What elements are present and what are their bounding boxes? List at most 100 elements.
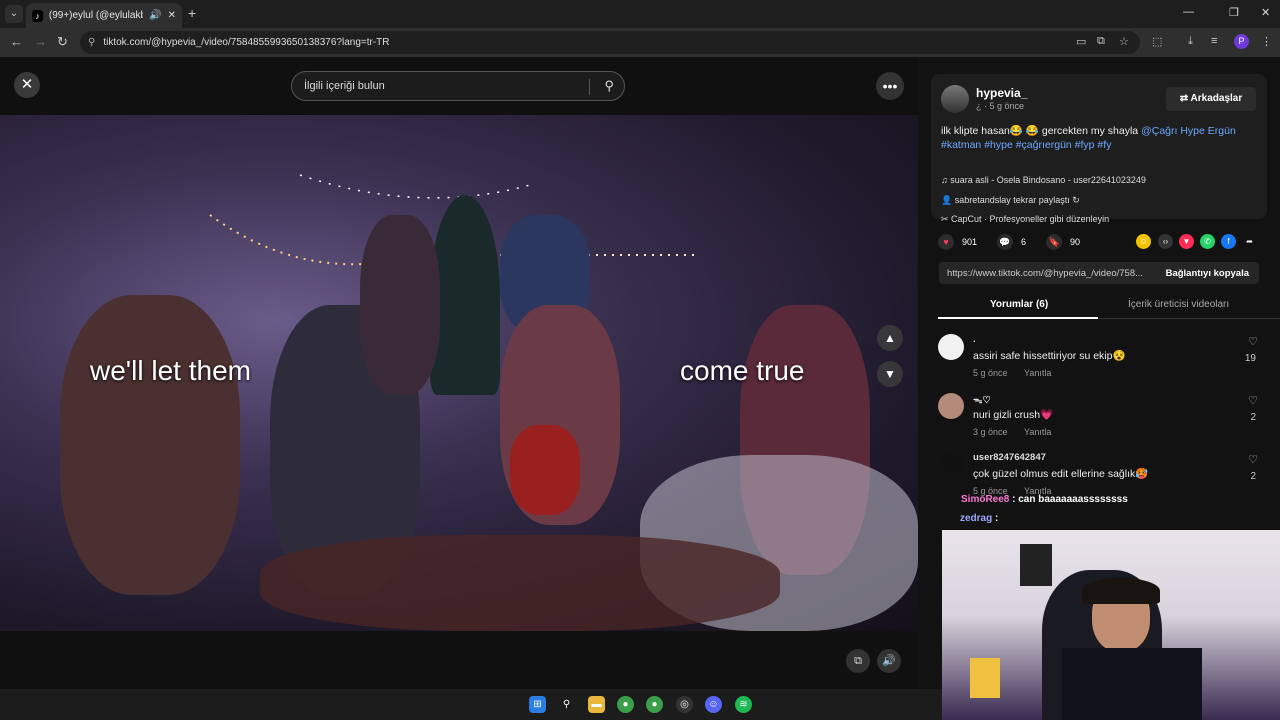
- desk-figure: [970, 658, 1000, 698]
- cast-icon[interactable]: ▭: [1076, 35, 1086, 48]
- bookmark-icon[interactable]: 🔖: [1046, 234, 1063, 250]
- reply-button[interactable]: Yanıtla: [1024, 427, 1051, 437]
- chat-text: :: [995, 513, 999, 524]
- comment-text: çok güzel olmus edit ellerine sağlık🥵: [973, 468, 1149, 480]
- file-explorer-icon[interactable]: ▬: [588, 696, 605, 713]
- save-count: 90: [1070, 237, 1081, 247]
- tab-search-button[interactable]: ⌄: [5, 5, 23, 23]
- wall-poster: [1020, 544, 1052, 586]
- pip-icon[interactable]: ⧉: [846, 649, 870, 673]
- author-avatar[interactable]: [941, 85, 969, 113]
- next-video-button[interactable]: ▼: [877, 361, 903, 387]
- search-divider: [589, 79, 590, 95]
- related-search-box[interactable]: İlgili içeriği bulun ⚲: [291, 71, 625, 101]
- search-taskbar-icon[interactable]: ⚲: [558, 696, 575, 713]
- friends-button[interactable]: ⇄ Arkadaşlar: [1166, 87, 1256, 111]
- comment-like-icon[interactable]: ♡: [1248, 394, 1258, 407]
- bookmark-star-icon[interactable]: ☆: [1119, 35, 1129, 48]
- commenter-avatar[interactable]: [938, 393, 964, 419]
- new-tab-button[interactable]: +: [188, 5, 196, 21]
- reaction-share-icon[interactable]: ☺: [1136, 234, 1151, 249]
- reload-button[interactable]: ↻: [57, 34, 68, 50]
- music-info[interactable]: ♫ suara asli - Osela Bindosano - user226…: [941, 175, 1146, 185]
- video-caption-right: come true: [680, 355, 805, 386]
- post-info-card: hypevia_ ¿ · 5 g önce ⇄ Arkadaşlar ilk k…: [931, 74, 1267, 224]
- back-button[interactable]: ←: [10, 34, 23, 49]
- speaker-icon[interactable]: 🔊: [149, 10, 161, 21]
- commenter-name[interactable]: user8247642847: [973, 452, 1046, 463]
- extensions-icon[interactable]: ⬚: [1152, 35, 1162, 48]
- tab-creator-videos[interactable]: İçerik üreticisi videoları: [1128, 299, 1229, 310]
- person-left: [60, 295, 240, 595]
- url-text[interactable]: tiktok.com/@hypevia_/video/7584855993650…: [103, 37, 389, 48]
- tab-close-icon[interactable]: ✕: [168, 10, 176, 21]
- like-count: 901: [962, 237, 978, 247]
- comment-time: 5 g önce: [973, 368, 1008, 378]
- description-text: ilk klipte hasan😂 😂 gercekten my shayla: [941, 125, 1142, 137]
- browser-tab[interactable]: ♪ (99+)eylul (@eylulakbyik) | 🔊 ✕: [26, 3, 182, 28]
- site-info-icon[interactable]: ⚲: [88, 37, 95, 48]
- post-time: ¿ · 5 g önce: [976, 101, 1025, 111]
- facebook-share-icon[interactable]: f: [1221, 234, 1236, 249]
- comment-icon[interactable]: 💬: [997, 234, 1014, 250]
- download-icon[interactable]: ⤓: [1188, 35, 1193, 48]
- app-icon[interactable]: ◎: [676, 696, 693, 713]
- volume-icon[interactable]: 🔊: [877, 649, 901, 673]
- copy-link-button[interactable]: Bağlantıyı kopyala: [1166, 268, 1249, 279]
- mention-link[interactable]: @Çağrı Hype Ergün: [1141, 125, 1236, 137]
- comment-like-count: 2: [1250, 412, 1256, 423]
- hashtags[interactable]: #katman #hype #çağrıergün #fyp #fy: [941, 139, 1111, 151]
- search-input[interactable]: İlgili içeriği bulun: [304, 80, 385, 92]
- streamer-body: [1062, 648, 1202, 720]
- forward-button[interactable]: →: [34, 34, 47, 49]
- tree: [430, 195, 500, 395]
- engagement-bar: ♥ 901 💬 6 🔖 90: [938, 234, 1080, 250]
- comment-like-icon[interactable]: ♡: [1248, 453, 1258, 466]
- close-viewer-button[interactable]: ✕: [14, 72, 40, 98]
- translate-icon[interactable]: ⧉: [1097, 35, 1105, 48]
- capcut-text[interactable]: CapCut · Profesyoneller gibi düzenleyin: [951, 214, 1109, 224]
- reply-button[interactable]: Yanıtla: [1024, 368, 1051, 378]
- chat-text: : can baaaaaaassssssss: [1012, 494, 1128, 505]
- share-link-url[interactable]: https://www.tiktok.com/@hypevia_/video/7…: [947, 268, 1153, 279]
- comment-like-count: 2: [1250, 471, 1256, 482]
- commenter-name[interactable]: .: [973, 334, 976, 345]
- chat-message: zedrag :: [960, 513, 998, 524]
- previous-video-button[interactable]: ▲: [877, 325, 903, 351]
- repost-share-icon[interactable]: ▼: [1179, 234, 1194, 249]
- repost-text: sabretandslay tekrar paylaştı ↻: [954, 195, 1080, 205]
- video-player[interactable]: we'll let them come true ▲ ▼: [0, 115, 918, 631]
- more-options-button[interactable]: •••: [876, 72, 904, 100]
- spotify-icon[interactable]: ≋: [735, 696, 752, 713]
- profile-avatar[interactable]: P: [1234, 34, 1249, 49]
- capcut-promo[interactable]: ✂ CapCut · Profesyoneller gibi düzenleyi…: [941, 214, 1109, 225]
- start-icon[interactable]: ⊞: [529, 696, 546, 713]
- close-window-button[interactable]: ✕: [1261, 6, 1270, 19]
- like-icon[interactable]: ♥: [938, 234, 954, 250]
- whatsapp-share-icon[interactable]: ✆: [1200, 234, 1215, 249]
- tab-comments[interactable]: Yorumlar (6): [990, 299, 1048, 310]
- commenter-avatar[interactable]: [938, 452, 964, 478]
- comment-like-icon[interactable]: ♡: [1248, 335, 1258, 348]
- menu-icon[interactable]: ⋮: [1261, 35, 1272, 48]
- restore-button[interactable]: ❐: [1229, 6, 1239, 19]
- embed-share-icon[interactable]: ‹›: [1158, 234, 1173, 249]
- url-bar[interactable]: ⚲ tiktok.com/@hypevia_/video/75848559936…: [80, 31, 1140, 54]
- chrome-active-icon[interactable]: ●: [646, 696, 663, 713]
- streamer-hair: [1082, 578, 1160, 604]
- comment-count: 6: [1021, 237, 1027, 247]
- discord-icon[interactable]: ☺: [705, 696, 722, 713]
- minimize-button[interactable]: —: [1183, 6, 1194, 18]
- address-toolbar: ← → ↻ ⚲ tiktok.com/@hypevia_/video/75848…: [0, 28, 1280, 57]
- video-viewer: ✕ İlgili içeriği bulun ⚲ ••• we'll let t…: [0, 57, 918, 689]
- search-icon[interactable]: ⚲: [604, 78, 614, 94]
- commenter-name[interactable]: ᯓ♡: [973, 393, 991, 406]
- chrome-icon[interactable]: ●: [617, 696, 634, 713]
- windows-taskbar: ⊞ ⚲ ▬ ● ● ◎ ☺ ≋: [0, 689, 942, 720]
- comment-text: nuri gizli crush💗: [973, 409, 1054, 421]
- author-username[interactable]: hypevia_: [976, 86, 1027, 100]
- browser-tab-strip: ⌄ ♪ (99+)eylul (@eylulakbyik) | 🔊 ✕ + — …: [0, 0, 1280, 28]
- more-share-icon[interactable]: ➦: [1242, 234, 1257, 249]
- media-icon[interactable]: ≡: [1211, 35, 1217, 47]
- commenter-avatar[interactable]: [938, 334, 964, 360]
